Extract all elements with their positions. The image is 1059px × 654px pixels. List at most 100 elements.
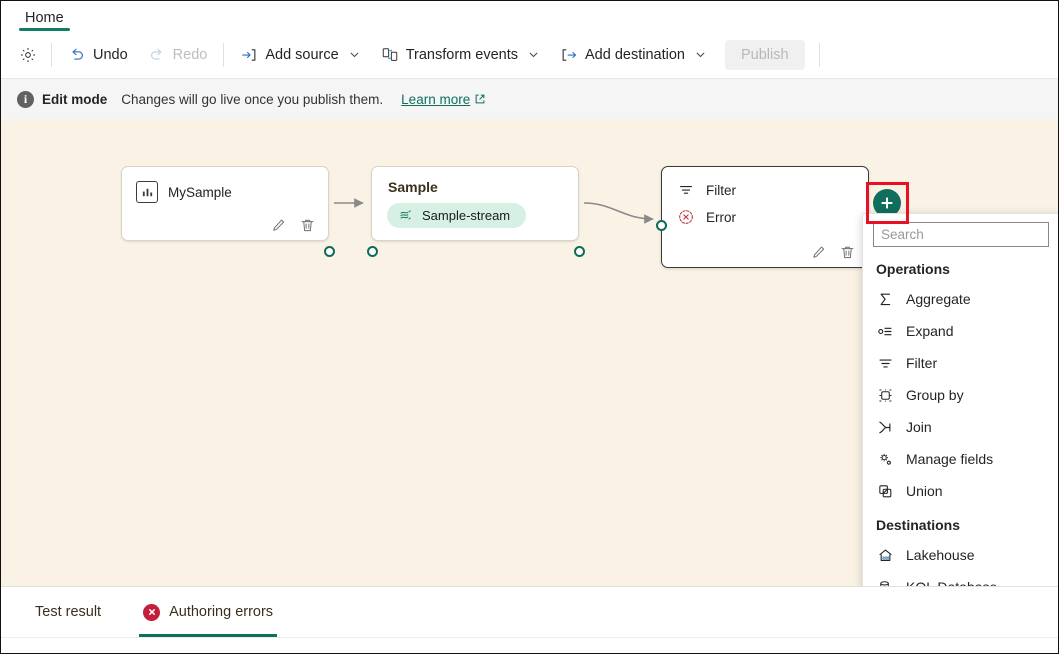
- chevron-down-icon: [527, 48, 540, 61]
- publish-label: Publish: [740, 46, 789, 63]
- node-actions-filter: [810, 244, 856, 261]
- info-badge-glyph: i: [23, 91, 28, 106]
- stream-chip-label: Sample-stream: [422, 208, 511, 223]
- redo-button[interactable]: Redo: [138, 39, 218, 71]
- add-destination-button[interactable]: Add destination: [550, 39, 717, 71]
- flyout-item-label: Union: [906, 483, 943, 499]
- redo-arrow-icon: [148, 46, 166, 64]
- undo-label: Undo: [93, 46, 128, 63]
- command-bar: Undo Redo Add source Transform events Ad…: [1, 31, 1058, 79]
- edit-mode-title: Edit mode: [42, 91, 108, 107]
- ribbon-tabstrip: Home: [1, 1, 1058, 32]
- flyout-item-lakehouse[interactable]: Lakehouse: [863, 539, 1058, 571]
- node-filter-error-label: Error: [706, 209, 736, 225]
- filter-icon: [876, 355, 894, 372]
- tab-authoring-errors[interactable]: Authoring errors: [139, 587, 278, 637]
- input-port-filter[interactable]: [656, 220, 667, 231]
- search-placeholder: Search: [881, 227, 924, 242]
- chevron-down-icon: [348, 48, 361, 61]
- transform-events-label: Transform events: [405, 46, 518, 63]
- node-title-filter: Filter: [706, 182, 736, 198]
- error-badge-icon: [143, 603, 161, 621]
- plus-circle-icon: [879, 195, 895, 211]
- canvas-node-mysample[interactable]: MySample: [121, 166, 335, 257]
- flyout-item-manage-fields[interactable]: Manage fields: [863, 443, 1058, 475]
- sigma-icon: [876, 291, 894, 308]
- flyout-item-label: Join: [906, 419, 932, 435]
- tab-label: Authoring errors: [169, 604, 274, 620]
- publish-button[interactable]: Publish: [724, 39, 805, 70]
- flyout-group-heading-operations: Operations: [876, 261, 950, 277]
- pencil-icon[interactable]: [270, 217, 287, 234]
- manage-fields-icon: [876, 451, 894, 468]
- add-destination-label: Add destination: [584, 46, 685, 63]
- node-filter-error-row: Error: [662, 199, 868, 226]
- tab-label: Test result: [35, 604, 102, 620]
- arrow-out-of-box-icon: [560, 46, 578, 64]
- transform-events-button[interactable]: Transform events: [371, 39, 550, 71]
- pencil-icon[interactable]: [810, 244, 827, 261]
- output-port-sample[interactable]: [574, 246, 585, 257]
- toolbar-divider-3: [818, 42, 820, 67]
- connector-sample-to-filter: [583, 202, 654, 224]
- bottom-panel: Test result Authoring errors: [1, 586, 1058, 653]
- flyout-item-expand[interactable]: Expand: [863, 315, 1058, 347]
- flyout-item-label: Group by: [906, 387, 964, 403]
- union-icon: [876, 483, 894, 500]
- tab-test-result[interactable]: Test result: [31, 587, 105, 637]
- toolbar-divider-2: [223, 42, 225, 67]
- stream-icon: [398, 208, 413, 223]
- join-icon: [876, 419, 894, 436]
- info-icon: i: [17, 90, 34, 108]
- chevron-down-icon: [694, 48, 707, 61]
- external-link-icon: [474, 93, 486, 105]
- undo-button[interactable]: Undo: [58, 39, 138, 71]
- undo-arrow-icon: [68, 46, 86, 64]
- node-actions-mysample: [270, 217, 316, 234]
- ribbon-tab-home[interactable]: Home: [17, 9, 72, 32]
- app-window: Home Undo Redo Add source Transform even…: [0, 0, 1059, 654]
- edit-mode-message: Changes will go live once you publish th…: [121, 91, 384, 107]
- learn-more-label: Learn more: [401, 91, 471, 107]
- trash-icon[interactable]: [299, 217, 316, 234]
- flyout-item-label: Filter: [906, 355, 938, 371]
- redo-label: Redo: [172, 46, 208, 63]
- lakehouse-icon: [876, 547, 894, 564]
- add-source-button[interactable]: Add source: [230, 39, 370, 71]
- canvas-node-sample[interactable]: Sample Sample-stream: [367, 166, 585, 257]
- flyout-item-label: Aggregate: [906, 291, 971, 307]
- flyout-group-heading-destinations: Destinations: [876, 517, 961, 533]
- flyout-search-input[interactable]: Search: [873, 222, 1049, 247]
- bottom-tabs: Test result Authoring errors: [1, 587, 1058, 637]
- node-filter-row: Filter: [662, 167, 868, 199]
- group-by-icon: [876, 387, 894, 404]
- trash-icon[interactable]: [839, 244, 856, 261]
- learn-more-link[interactable]: Learn more: [401, 92, 486, 107]
- transform-events-icon: [381, 46, 399, 64]
- arrow-into-box-icon: [240, 46, 258, 64]
- filter-icon: [676, 181, 696, 199]
- flyout-item-label: Expand: [906, 323, 954, 339]
- add-source-label: Add source: [265, 46, 339, 63]
- ribbon-tab-label: Home: [25, 9, 64, 26]
- input-port-sample[interactable]: [367, 246, 378, 257]
- edit-mode-banner: i Edit mode Changes will go live once yo…: [1, 79, 1058, 119]
- bottom-tabs-divider: [1, 637, 1058, 638]
- settings-button[interactable]: [11, 39, 45, 71]
- flyout-item-label: Lakehouse: [906, 547, 975, 563]
- output-port-mysample[interactable]: [324, 246, 335, 257]
- node-title-sample: Sample: [388, 179, 438, 195]
- node-header-row: MySample: [122, 167, 328, 203]
- flyout-item-join[interactable]: Join: [863, 411, 1058, 443]
- canvas-node-filter[interactable]: Filter Error: [656, 166, 874, 268]
- expand-icon: [876, 323, 894, 340]
- stream-chip-sample-stream[interactable]: Sample-stream: [387, 203, 527, 228]
- flyout-item-group-by[interactable]: Group by: [863, 379, 1058, 411]
- flyout-item-label: Manage fields: [906, 451, 994, 467]
- add-node-flyout: Search Operations Aggregate Expand Filte…: [862, 213, 1058, 631]
- flyout-item-filter[interactable]: Filter: [863, 347, 1058, 379]
- flyout-item-aggregate[interactable]: Aggregate: [863, 283, 1058, 315]
- flyout-item-union[interactable]: Union: [863, 475, 1058, 507]
- bar-chart-icon: [136, 181, 158, 203]
- error-circle-icon: [676, 208, 696, 226]
